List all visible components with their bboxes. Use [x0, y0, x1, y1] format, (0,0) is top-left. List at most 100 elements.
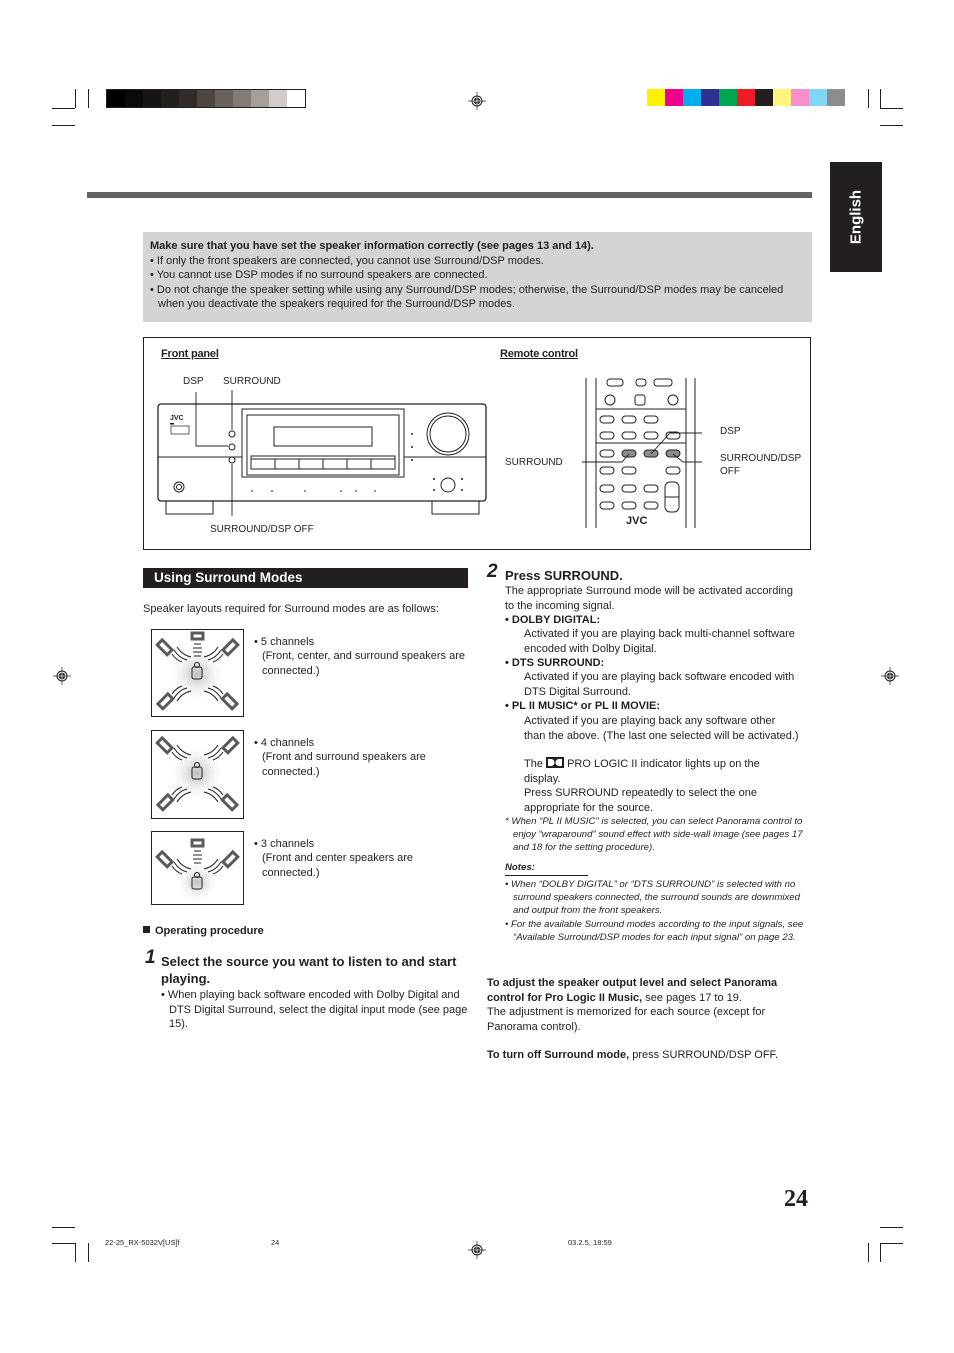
caution-box: Make sure that you have set the speaker …: [143, 232, 812, 322]
turn-off-bold: To turn off Surround mode,: [487, 1049, 630, 1061]
caution-heading: Make sure that you have set the speaker …: [150, 240, 594, 252]
header-rule: [87, 192, 812, 198]
layout-4ch-desc: (Front and surround speakers are connect…: [262, 751, 426, 778]
color-swatch: [827, 89, 845, 106]
crop-mark: [868, 1243, 869, 1262]
crop-mark: [75, 1243, 76, 1262]
notes-underline: [505, 875, 588, 876]
section-title: Using Surround Modes: [143, 568, 468, 588]
color-swatch: [107, 90, 125, 107]
pro-logic-indicator-note: The PRO LOGIC II indicator lights up on …: [524, 757, 789, 786]
layout-4ch-title: • 4 channels: [254, 737, 315, 749]
crop-mark: [88, 89, 89, 108]
square-bullet-icon: [143, 926, 150, 933]
mode-dts-surround-name: • DTS SURROUND:: [505, 657, 605, 669]
color-swatch: [179, 90, 197, 107]
layout-5ch-desc: (Front, center, and surround speakers ar…: [262, 650, 465, 677]
crop-mark: [52, 1227, 75, 1228]
adjust-rest: see pages 17 to 19.: [642, 991, 742, 1004]
color-swatch: [683, 89, 701, 106]
mode-pl2-desc: Activated if you are playing back any so…: [524, 715, 799, 742]
indicator-pre: The: [524, 758, 543, 770]
dolby-logo-icon: [546, 757, 565, 768]
crop-mark: [52, 108, 75, 109]
footer-page: 24: [271, 1238, 280, 1247]
language-tab: English: [830, 162, 882, 272]
adjust-speaker-paragraph: To adjust the speaker output level and s…: [487, 976, 807, 1034]
color-swatch: [251, 90, 269, 107]
note-item: • When “DOLBY DIGITAL” or “DTS SURROUND”…: [505, 879, 800, 917]
press-repeatedly-note: Press SURROUND repeatedly to select the …: [524, 787, 757, 814]
color-swatch: [791, 89, 809, 106]
remote-off-label-line2: OFF: [720, 466, 740, 477]
layout-3ch-title: • 3 channels: [254, 838, 315, 850]
crop-mark: [88, 1243, 89, 1262]
section-intro: Speaker layouts required for Surround mo…: [143, 603, 439, 615]
crop-mark: [880, 125, 903, 126]
remote-surround-button: [621, 449, 637, 458]
note-item: • For the available Surround modes accor…: [505, 919, 804, 944]
adjust-line2: The adjustment is memorized for each sou…: [487, 1006, 766, 1033]
language-label: English: [847, 189, 865, 245]
crop-mark: [880, 1243, 881, 1262]
front-dsp-label: DSP: [183, 376, 204, 387]
mode-pl2-name: • PL II MUSIC* or PL II MOVIE:: [505, 700, 661, 712]
layout-3ch-desc: (Front and center speakers are connected…: [262, 852, 414, 879]
color-swatch: [287, 90, 305, 107]
step-1-bullet: • When playing back software encoded wit…: [161, 989, 468, 1030]
registration-mark-icon: [468, 1241, 486, 1259]
4-channel-speaker-layout-icon: [151, 730, 244, 819]
color-swatch: [809, 89, 827, 106]
color-swatch: [665, 89, 683, 106]
color-swatch: [647, 89, 665, 106]
crop-mark: [880, 1243, 903, 1244]
remote-dsp-label: DSP: [720, 426, 741, 437]
crop-mark: [880, 108, 903, 109]
notes-title: Notes:: [505, 862, 535, 873]
registration-mark-icon: [468, 92, 486, 110]
mode-dts-surround-desc: Activated if you are playing back softwa…: [524, 671, 795, 698]
mode-dolby-digital-desc: Activated if you are playing back multi-…: [524, 628, 795, 655]
operating-procedure-label: Operating procedure: [155, 925, 264, 937]
crop-mark: [880, 89, 881, 108]
remote-surround-dsp-off-button: [665, 449, 681, 458]
crop-mark: [880, 1227, 903, 1228]
color-swatch: [755, 89, 773, 106]
step-2-number: 2: [487, 561, 498, 582]
registration-mark-icon: [53, 667, 71, 685]
front-panel-brand: JVC: [170, 415, 184, 422]
crop-mark: [52, 125, 75, 126]
color-calibration-bar: [647, 89, 845, 106]
remote-control-title: Remote control: [500, 348, 578, 360]
color-swatch: [719, 89, 737, 106]
color-swatch: [701, 89, 719, 106]
color-swatch: [233, 90, 251, 107]
step-2-title: Press SURROUND.: [505, 568, 623, 583]
front-off-label: SURROUND/DSP OFF: [210, 524, 314, 535]
caution-item: • Do not change the speaker setting whil…: [150, 283, 784, 311]
remote-off-label-line1: SURROUND/DSP: [720, 453, 802, 464]
operating-procedure-heading: Operating procedure: [143, 924, 264, 939]
5-channel-speaker-layout-icon: [151, 629, 244, 717]
mode-dolby-digital-name: • DOLBY DIGITAL:: [505, 614, 601, 626]
color-swatch: [197, 90, 215, 107]
receiver-front-panel-illustration: JVC: [157, 390, 487, 516]
color-swatch: [737, 89, 755, 106]
caution-item: • If only the front speakers are connect…: [150, 254, 544, 267]
crop-mark: [52, 1243, 75, 1244]
color-swatch: [125, 90, 143, 107]
front-panel-title: Front panel: [161, 348, 219, 360]
remote-surround-label: SURROUND: [505, 457, 563, 468]
3-channel-speaker-layout-icon: [151, 831, 244, 905]
step-1-title: Select the source you want to listen to …: [161, 954, 457, 986]
remote-control-illustration: JVC: [582, 378, 702, 528]
crop-mark: [75, 89, 76, 108]
color-swatch: [161, 90, 179, 107]
step-2-intro: The appropriate Surround mode will be ac…: [505, 585, 793, 612]
color-swatch: [215, 90, 233, 107]
crop-mark: [868, 89, 869, 108]
caution-item: • You cannot use DSP modes if no surroun…: [150, 269, 488, 281]
footer-timestamp: 03.2.5, 18:59: [568, 1238, 612, 1247]
remote-off-label: SURROUND/DSP OFF: [720, 452, 801, 478]
grayscale-calibration-bar: [106, 89, 306, 108]
